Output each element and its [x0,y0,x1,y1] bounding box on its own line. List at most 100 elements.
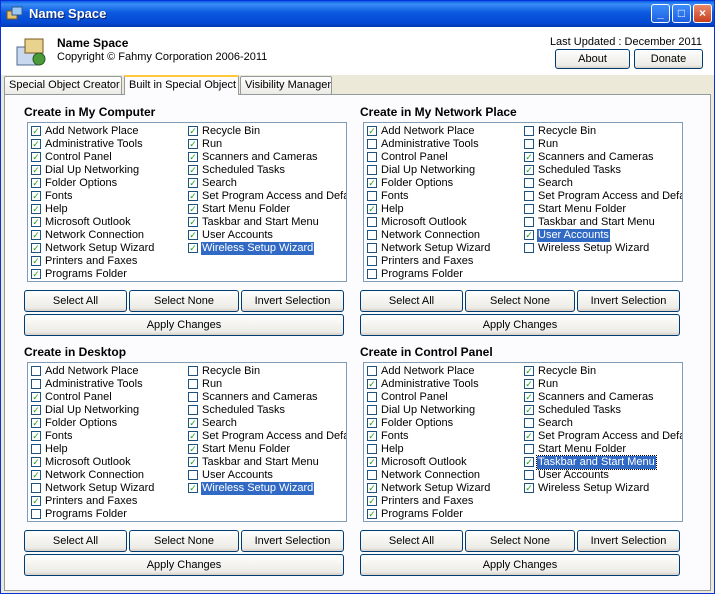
apply-changes-button[interactable]: Apply Changes [24,314,344,336]
unchecked-checkbox[interactable] [188,366,198,376]
checked-checkbox[interactable]: ✓ [31,230,41,240]
select-none-button[interactable]: Select None [129,530,239,552]
unchecked-checkbox[interactable] [367,191,377,201]
checked-checkbox[interactable]: ✓ [188,126,198,136]
checked-checkbox[interactable]: ✓ [31,392,41,402]
apply-changes-button[interactable]: Apply Changes [24,554,344,576]
checked-checkbox[interactable]: ✓ [524,165,534,175]
checked-checkbox[interactable]: ✓ [524,405,534,415]
checked-checkbox[interactable]: ✓ [31,126,41,136]
minimize-button[interactable]: _ [651,4,670,23]
checked-checkbox[interactable]: ✓ [367,483,377,493]
checked-checkbox[interactable]: ✓ [188,139,198,149]
checked-checkbox[interactable]: ✓ [31,470,41,480]
unchecked-checkbox[interactable] [188,392,198,402]
checked-checkbox[interactable]: ✓ [524,152,534,162]
unchecked-checkbox[interactable] [524,217,534,227]
tab-visibility-manager[interactable]: Visibility Manager [240,76,332,94]
checked-checkbox[interactable]: ✓ [367,379,377,389]
checked-checkbox[interactable]: ✓ [31,431,41,441]
checked-checkbox[interactable]: ✓ [188,243,198,253]
unchecked-checkbox[interactable] [524,243,534,253]
invert-selection-button[interactable]: Invert Selection [577,530,680,552]
unchecked-checkbox[interactable] [524,126,534,136]
unchecked-checkbox[interactable] [31,379,41,389]
checked-checkbox[interactable]: ✓ [188,204,198,214]
select-none-button[interactable]: Select None [465,290,575,312]
invert-selection-button[interactable]: Invert Selection [577,290,680,312]
checked-checkbox[interactable]: ✓ [367,509,377,519]
checked-checkbox[interactable]: ✓ [188,431,198,441]
checked-checkbox[interactable]: ✓ [367,126,377,136]
tab-special-object-creator[interactable]: Special Object Creator [4,76,122,94]
checked-checkbox[interactable]: ✓ [367,496,377,506]
unchecked-checkbox[interactable] [31,483,41,493]
maximize-button[interactable]: □ [672,4,691,23]
unchecked-checkbox[interactable] [367,152,377,162]
checked-checkbox[interactable]: ✓ [524,431,534,441]
unchecked-checkbox[interactable] [524,444,534,454]
checked-checkbox[interactable]: ✓ [367,431,377,441]
checked-checkbox[interactable]: ✓ [367,178,377,188]
unchecked-checkbox[interactable] [367,269,377,279]
select-all-button[interactable]: Select All [24,290,127,312]
select-none-button[interactable]: Select None [129,290,239,312]
checked-checkbox[interactable]: ✓ [31,139,41,149]
unchecked-checkbox[interactable] [367,470,377,480]
select-all-button[interactable]: Select All [360,290,463,312]
unchecked-checkbox[interactable] [31,444,41,454]
checked-checkbox[interactable]: ✓ [188,152,198,162]
checked-checkbox[interactable]: ✓ [188,217,198,227]
checked-checkbox[interactable]: ✓ [31,496,41,506]
checked-checkbox[interactable]: ✓ [188,444,198,454]
checked-checkbox[interactable]: ✓ [31,217,41,227]
checked-checkbox[interactable]: ✓ [31,178,41,188]
checked-checkbox[interactable]: ✓ [524,366,534,376]
checked-checkbox[interactable]: ✓ [188,418,198,428]
donate-button[interactable]: Donate [634,49,703,69]
invert-selection-button[interactable]: Invert Selection [241,290,344,312]
unchecked-checkbox[interactable] [367,392,377,402]
checked-checkbox[interactable]: ✓ [31,418,41,428]
checklist-my-computer[interactable]: ✓ Add Network Place ✓ Administrative Tools ✓… [27,122,347,282]
unchecked-checkbox[interactable] [367,444,377,454]
unchecked-checkbox[interactable] [188,405,198,415]
unchecked-checkbox[interactable] [31,366,41,376]
checked-checkbox[interactable]: ✓ [31,457,41,467]
checked-checkbox[interactable]: ✓ [31,165,41,175]
checklist-control-panel[interactable]: Add Network Place ✓ Administrative Tools Co… [363,362,683,522]
about-button[interactable]: About [555,49,630,69]
title-bar[interactable]: Name Space _ □ × [1,1,714,27]
unchecked-checkbox[interactable] [367,366,377,376]
checked-checkbox[interactable]: ✓ [31,269,41,279]
unchecked-checkbox[interactable] [524,204,534,214]
unchecked-checkbox[interactable] [524,139,534,149]
checked-checkbox[interactable]: ✓ [524,230,534,240]
checked-checkbox[interactable]: ✓ [31,243,41,253]
unchecked-checkbox[interactable] [31,509,41,519]
checked-checkbox[interactable]: ✓ [367,204,377,214]
checked-checkbox[interactable]: ✓ [188,457,198,467]
checked-checkbox[interactable]: ✓ [367,457,377,467]
unchecked-checkbox[interactable] [367,405,377,415]
select-all-button[interactable]: Select All [360,530,463,552]
apply-changes-button[interactable]: Apply Changes [360,314,680,336]
checked-checkbox[interactable]: ✓ [524,457,534,467]
checked-checkbox[interactable]: ✓ [367,418,377,428]
checked-checkbox[interactable]: ✓ [188,165,198,175]
checked-checkbox[interactable]: ✓ [188,230,198,240]
unchecked-checkbox[interactable] [524,178,534,188]
checklist-desktop[interactable]: Add Network Place Administrative Tools ✓ Co… [27,362,347,522]
checked-checkbox[interactable]: ✓ [31,152,41,162]
unchecked-checkbox[interactable] [188,470,198,480]
checked-checkbox[interactable]: ✓ [31,405,41,415]
invert-selection-button[interactable]: Invert Selection [241,530,344,552]
tab-built-in-special-object[interactable]: Built in Special Object [124,75,239,95]
checked-checkbox[interactable]: ✓ [524,483,534,493]
unchecked-checkbox[interactable] [367,139,377,149]
unchecked-checkbox[interactable] [367,217,377,227]
unchecked-checkbox[interactable] [367,230,377,240]
checked-checkbox[interactable]: ✓ [188,178,198,188]
close-button[interactable]: × [693,4,712,23]
unchecked-checkbox[interactable] [188,379,198,389]
